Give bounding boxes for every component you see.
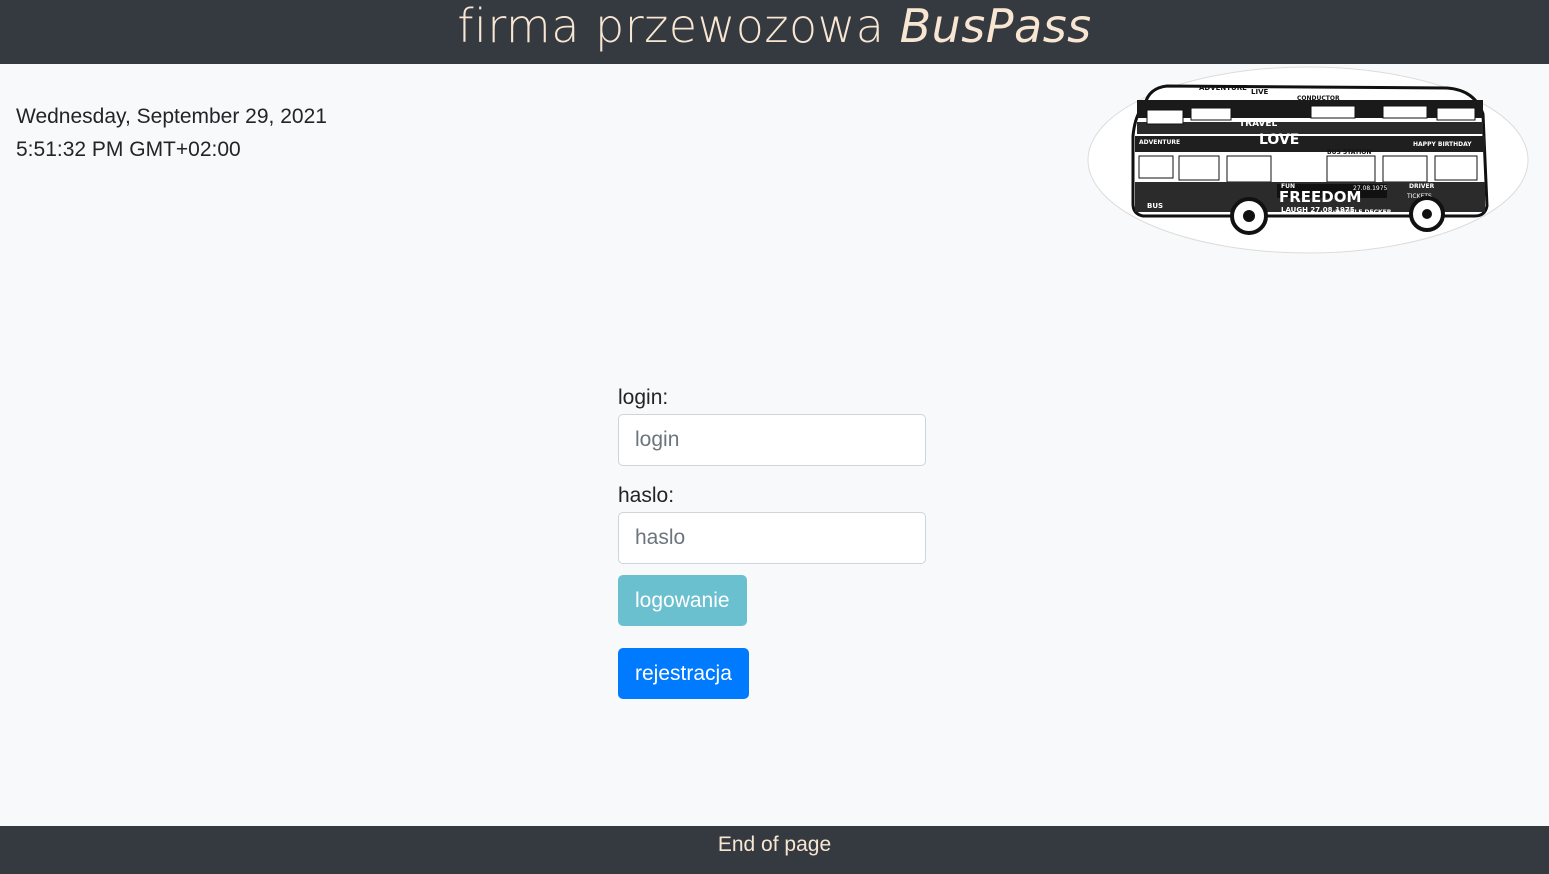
page-title: firma przewozowa BusPass: [0, 0, 1549, 52]
footer-text: End of page: [717, 833, 832, 856]
svg-text:LIVE: LIVE: [1251, 88, 1268, 96]
login-form: login: haslo: logowanie rejestracja: [618, 382, 926, 699]
svg-text:BUS STATION: BUS STATION: [1327, 149, 1371, 156]
title-prefix: firma przewozowa: [457, 0, 900, 53]
header-bar: firma przewozowa BusPass: [0, 0, 1549, 64]
svg-text:DRIVER: DRIVER: [1409, 183, 1435, 190]
register-button[interactable]: rejestracja: [618, 648, 749, 699]
password-input[interactable]: [618, 512, 926, 564]
login-label: login:: [618, 386, 669, 409]
bus-word-cloud-logo: ADVENTURE LIVE CONDUCTOR TRAVEL LOVE HAP…: [1087, 66, 1529, 254]
svg-text:FREEDOM: FREEDOM: [1279, 188, 1361, 206]
svg-text:BUS: BUS: [1147, 202, 1163, 210]
svg-text:LOVE: LOVE: [1259, 132, 1299, 148]
datetime-display: Wednesday, September 29, 2021 5:51:32 PM…: [16, 100, 327, 166]
svg-text:ADVENTURE: ADVENTURE: [1199, 84, 1247, 92]
login-input[interactable]: [618, 414, 926, 466]
footer-bar: End of page: [0, 826, 1549, 874]
svg-text:ADVENTURE: ADVENTURE: [1139, 139, 1180, 146]
title-brand: BusPass: [899, 0, 1092, 53]
current-time: 5:51:32 PM GMT+02:00: [16, 138, 241, 161]
login-button[interactable]: logowanie: [618, 575, 747, 626]
bus-logo-svg: ADVENTURE LIVE CONDUCTOR TRAVEL LOVE HAP…: [1087, 66, 1529, 254]
svg-text:27.08.1975: 27.08.1975: [1353, 185, 1388, 192]
password-label: haslo:: [618, 484, 675, 507]
svg-text:FUN: FUN: [1281, 183, 1295, 190]
svg-text:DOUBLE DECKER: DOUBLE DECKER: [1335, 209, 1392, 216]
svg-text:TRAVEL: TRAVEL: [1239, 119, 1278, 129]
svg-text:CONDUCTOR: CONDUCTOR: [1297, 95, 1340, 102]
svg-text:HAPPY BIRTHDAY: HAPPY BIRTHDAY: [1413, 141, 1472, 148]
current-date: Wednesday, September 29, 2021: [16, 105, 327, 128]
